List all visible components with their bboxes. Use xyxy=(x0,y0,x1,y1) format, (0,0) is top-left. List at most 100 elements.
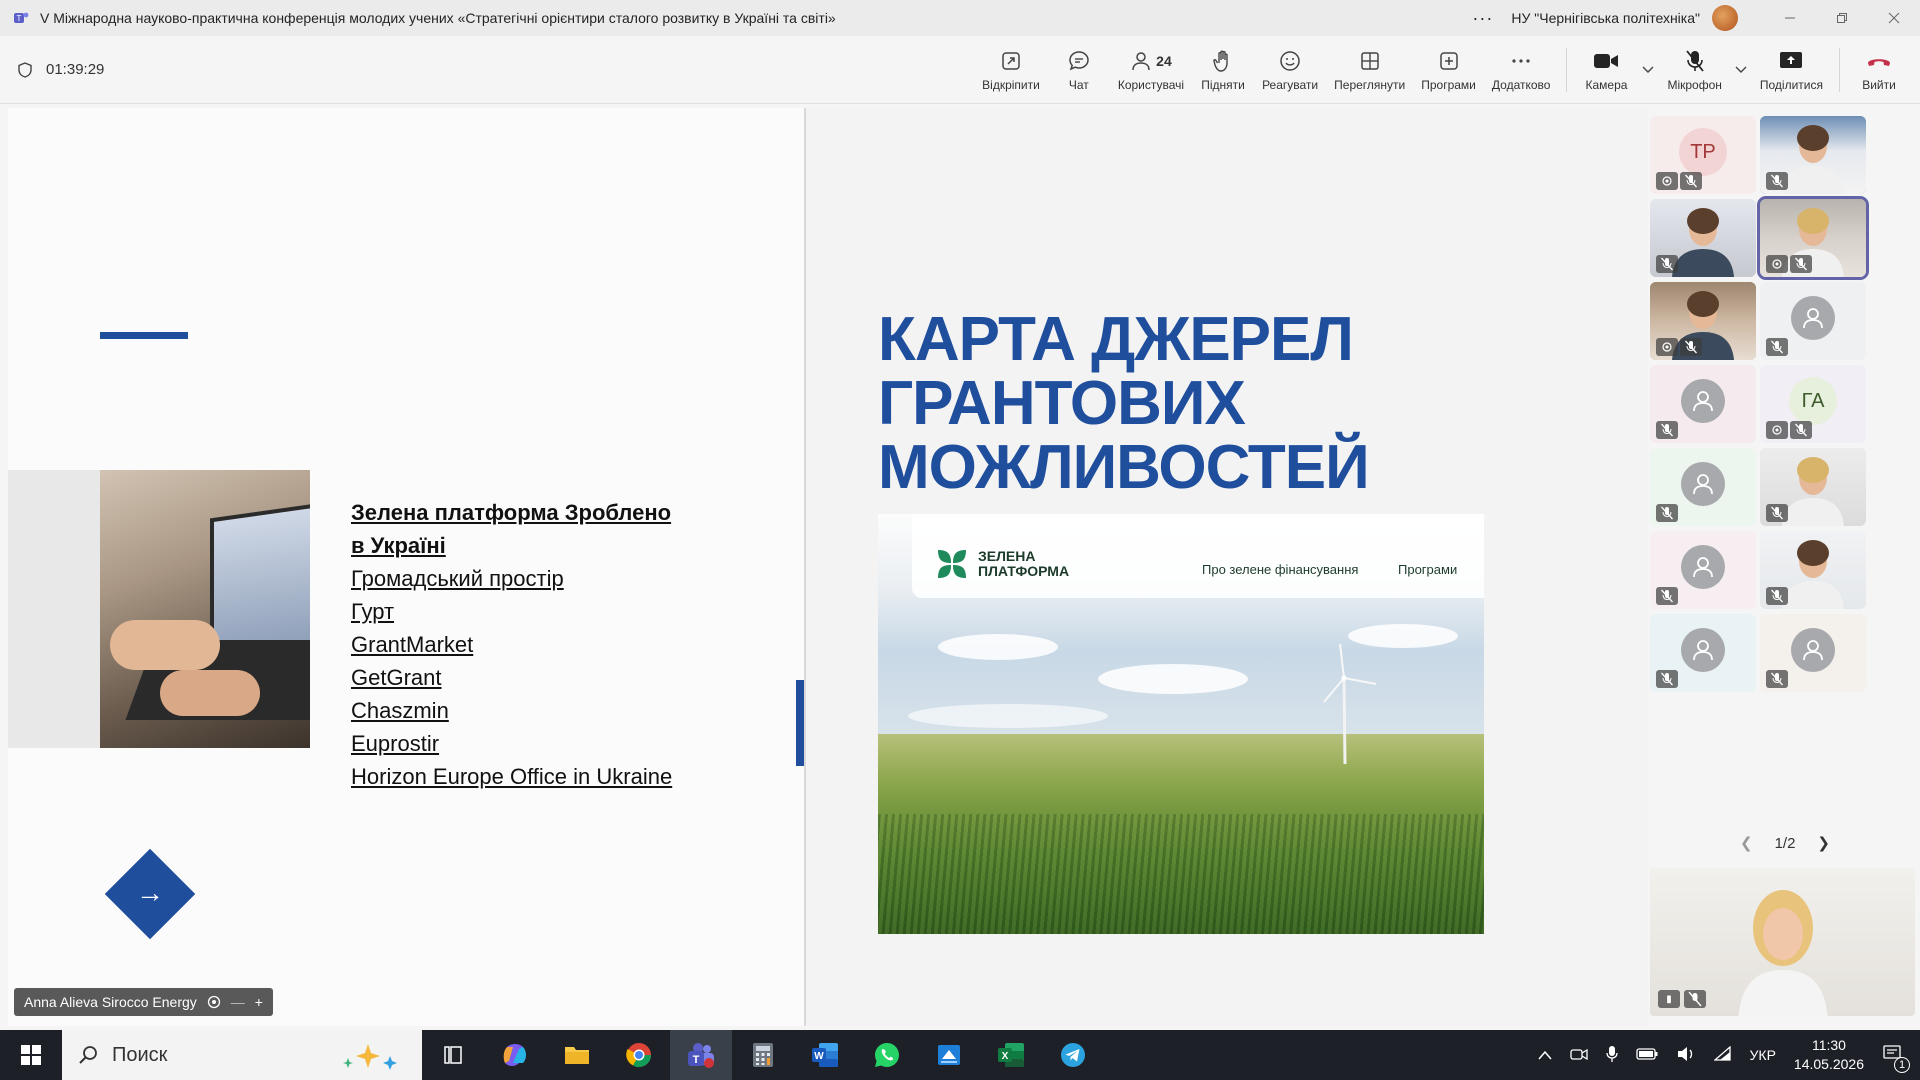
chat-button[interactable]: Чат xyxy=(1048,39,1110,101)
excel-icon: X xyxy=(998,1043,1024,1067)
react-button[interactable]: Реагувати xyxy=(1254,39,1326,101)
notifications-button[interactable]: 1 xyxy=(1882,1044,1910,1073)
calculator-icon xyxy=(753,1043,773,1067)
participant-tile[interactable] xyxy=(1650,531,1756,609)
account-avatar[interactable] xyxy=(1712,5,1738,31)
word-button[interactable]: W xyxy=(794,1030,856,1080)
popout-icon xyxy=(1002,52,1020,70)
link-getgrant[interactable]: GetGrant xyxy=(351,661,672,694)
copilot-button[interactable] xyxy=(484,1030,546,1080)
slide-left-panel: Зелена платформа Зроблено в Україні Гром… xyxy=(8,108,804,1026)
apps-button[interactable]: Програми xyxy=(1413,39,1484,101)
close-window-button[interactable] xyxy=(1868,0,1920,36)
svg-text:W: W xyxy=(814,1051,824,1062)
toolbar-divider xyxy=(1566,47,1568,92)
grid-icon xyxy=(1360,52,1379,70)
link-hromadskyi-prostir[interactable]: Громадський простір xyxy=(351,562,672,595)
hand-status-icon xyxy=(1766,421,1788,439)
minimize-button[interactable] xyxy=(1764,0,1816,36)
camera-in-use-icon[interactable] xyxy=(1569,1046,1588,1065)
participant-tile[interactable] xyxy=(1650,282,1756,360)
wind-turbine-icon xyxy=(1323,644,1377,764)
start-button[interactable] xyxy=(0,1030,62,1080)
participant-tile[interactable] xyxy=(1760,116,1866,194)
mic-button[interactable]: Мікрофон xyxy=(1659,39,1729,101)
participant-tile[interactable] xyxy=(1760,531,1866,609)
link-zelena-platforma[interactable]: Зелена платформа Зроблено xyxy=(351,496,672,529)
scan-app-button[interactable] xyxy=(918,1030,980,1080)
taskbar-clock[interactable]: 11:30 14.05.2026 xyxy=(1794,1036,1864,1074)
whatsapp-button[interactable] xyxy=(856,1030,918,1080)
camera-options-chevron-icon[interactable] xyxy=(1637,66,1659,74)
zoom-out-button[interactable]: — xyxy=(231,994,245,1010)
people-button[interactable]: 24 Користувачі xyxy=(1110,39,1192,101)
taskbar-search[interactable]: Поиск xyxy=(62,1030,422,1080)
link-euprostir[interactable]: Euprostir xyxy=(351,727,672,760)
excel-button[interactable]: X xyxy=(980,1030,1042,1080)
raise-hand-button[interactable]: Підняти xyxy=(1192,39,1254,101)
view-button[interactable]: Переглянути xyxy=(1326,39,1413,101)
slide-right-panel: КАРТА ДЖЕРЕЛ ГРАНТОВИХ МОЖЛИВОСТЕЙ ЗЕЛЕН… xyxy=(806,108,1648,1026)
battery-icon[interactable] xyxy=(1635,1047,1658,1063)
link-chaszmin[interactable]: Chaszmin xyxy=(351,694,672,727)
mic-options-chevron-icon[interactable] xyxy=(1730,66,1752,74)
telegram-button[interactable] xyxy=(1042,1030,1104,1080)
website-nav-programs[interactable]: Програми xyxy=(1398,562,1457,577)
link-hurt[interactable]: Гурт xyxy=(351,595,672,628)
presenter-name-tag: Anna Alieva Sirocco Energy — + xyxy=(14,988,273,1016)
participant-count: 24 xyxy=(1156,53,1172,69)
participant-tile[interactable] xyxy=(1650,365,1756,443)
default-avatar-icon xyxy=(1681,379,1725,423)
zoom-in-button[interactable]: + xyxy=(255,994,263,1010)
link-zelena-platforma-2[interactable]: в Україні xyxy=(351,529,672,562)
shared-screen: Зелена платформа Зроблено в Україні Гром… xyxy=(8,108,1648,1026)
participant-tile[interactable] xyxy=(1650,448,1756,526)
link-horizon-europe[interactable]: Horizon Europe Office in Ukraine xyxy=(351,760,672,793)
default-avatar-icon xyxy=(1681,545,1725,589)
more-actions-button[interactable]: Додатково xyxy=(1484,39,1559,101)
teams-icon: T xyxy=(12,9,30,27)
popout-button[interactable]: Відкріпити xyxy=(974,39,1048,101)
decorative-bar xyxy=(796,680,804,766)
participant-tile[interactable] xyxy=(1760,282,1866,360)
restore-button[interactable] xyxy=(1816,0,1868,36)
mic-in-use-icon[interactable] xyxy=(1605,1045,1618,1066)
svg-text:T: T xyxy=(17,14,22,23)
camera-icon xyxy=(1594,54,1619,68)
teams-taskbar-button[interactable]: T xyxy=(670,1030,732,1080)
participant-tile[interactable] xyxy=(1650,199,1756,277)
ellipsis-icon xyxy=(1512,59,1530,63)
task-view-button[interactable] xyxy=(422,1030,484,1080)
volume-icon[interactable] xyxy=(1676,1046,1696,1065)
calculator-button[interactable] xyxy=(732,1030,794,1080)
self-view-video[interactable]: ▮ xyxy=(1650,868,1915,1016)
file-explorer-button[interactable] xyxy=(546,1030,608,1080)
next-page-chevron-icon[interactable]: ❯ xyxy=(1817,834,1830,852)
participant-tile[interactable]: TP xyxy=(1650,116,1756,194)
link-grantmarket[interactable]: GrantMarket xyxy=(351,628,672,661)
whatsapp-icon xyxy=(875,1043,899,1067)
network-icon[interactable] xyxy=(1712,1045,1732,1065)
hang-up-icon xyxy=(1868,59,1890,66)
hand-status-icon xyxy=(1766,255,1788,273)
leave-button[interactable]: Вийти xyxy=(1848,39,1910,101)
mic-off-icon xyxy=(1790,255,1812,273)
tray-expand-chevron-icon[interactable] xyxy=(1537,1047,1552,1063)
more-options-icon[interactable]: ··· xyxy=(1472,8,1493,29)
mic-off-icon xyxy=(1656,504,1678,522)
share-button[interactable]: Поділитися xyxy=(1752,39,1831,101)
gallery-pager: ❮ 1/2 ❯ xyxy=(1740,834,1830,853)
chrome-button[interactable] xyxy=(608,1030,670,1080)
participant-tile[interactable] xyxy=(1757,196,1869,280)
leaf-logo-icon xyxy=(938,550,966,578)
participant-tile[interactable]: ГА xyxy=(1760,365,1866,443)
website-nav-green-finance[interactable]: Про зелене фінансування xyxy=(1202,562,1358,577)
participant-tile[interactable] xyxy=(1650,614,1756,692)
notification-count: 1 xyxy=(1894,1056,1910,1073)
prev-page-chevron-icon[interactable]: ❮ xyxy=(1740,834,1753,852)
participant-tile[interactable] xyxy=(1760,448,1866,526)
org-name[interactable]: НУ "Чернігівська політехніка" xyxy=(1511,10,1700,26)
input-language[interactable]: УКР xyxy=(1750,1047,1776,1063)
participant-tile[interactable] xyxy=(1760,614,1866,692)
camera-button[interactable]: Камера xyxy=(1575,39,1637,101)
